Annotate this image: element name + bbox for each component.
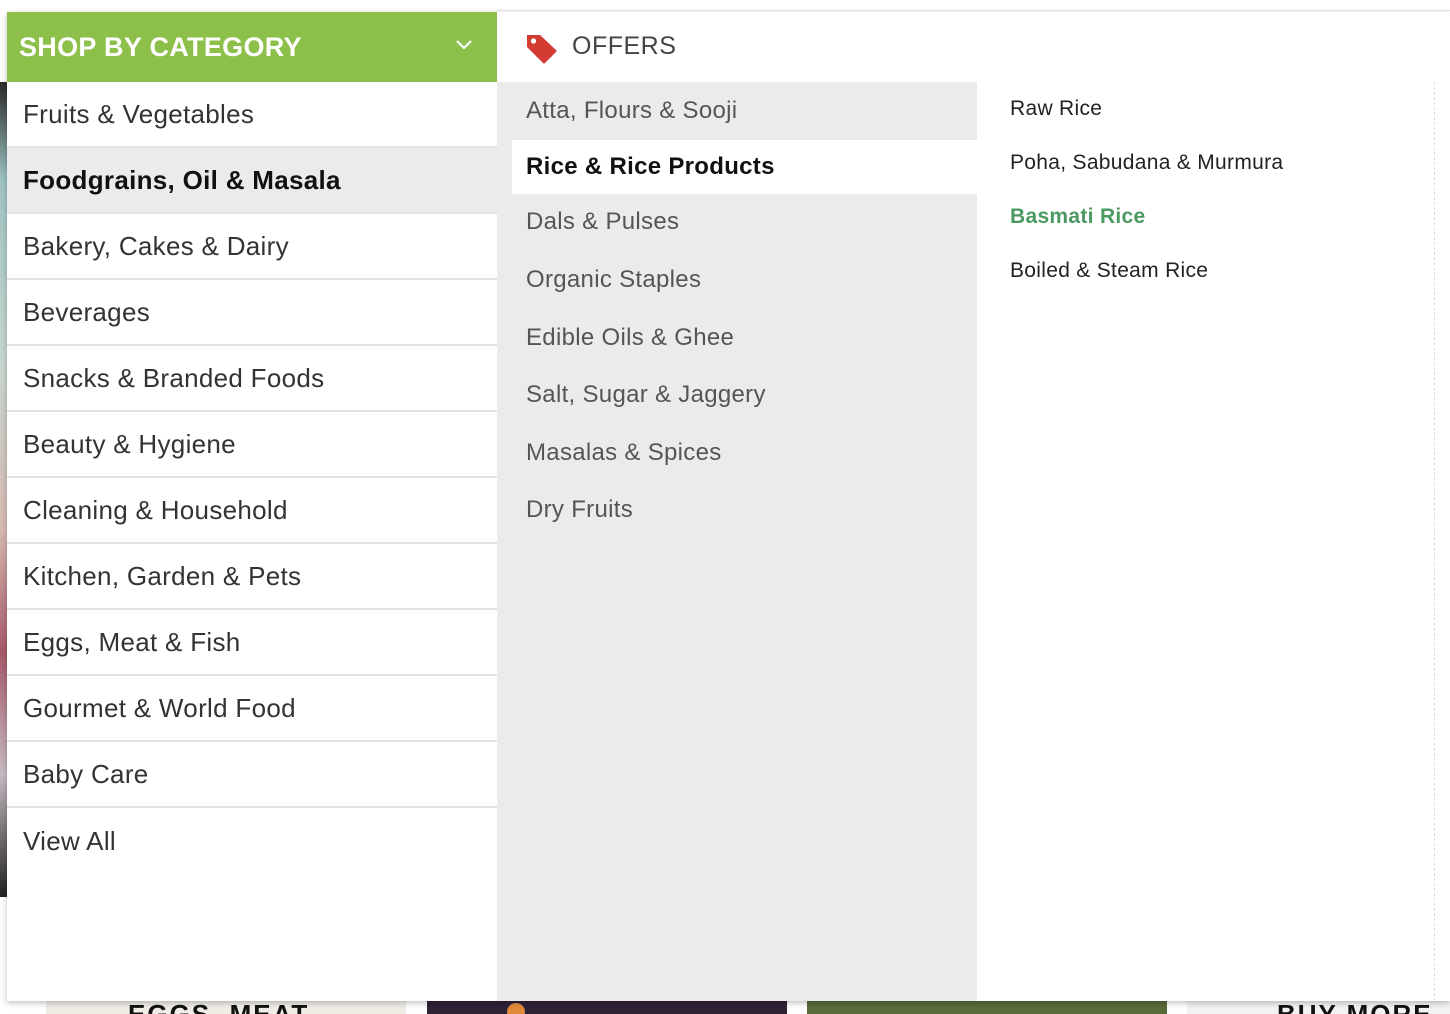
category-item[interactable]: Cleaning & Household <box>7 478 497 544</box>
subcategory-item[interactable]: Atta, Flours & Sooji <box>497 82 977 140</box>
promo-banner[interactable] <box>807 1001 1167 1014</box>
promo-banner-text: BUY MORE <box>1277 1001 1433 1014</box>
subcategory-item[interactable]: Organic Staples <box>497 251 977 309</box>
subcategory-item[interactable]: Edible Oils & Ghee <box>497 309 977 367</box>
subcategory-item[interactable]: Dry Fruits <box>497 482 977 540</box>
category-item[interactable]: Fruits & Vegetables <box>7 82 497 148</box>
subcategory-item[interactable]: Masalas & Spices <box>497 424 977 482</box>
subcategory-list: Atta, Flours & Sooji Rice & Rice Product… <box>497 82 977 1001</box>
category-item[interactable]: Eggs, Meat & Fish <box>7 610 497 676</box>
category-item[interactable]: Snacks & Branded Foods <box>7 346 497 412</box>
background-banners: EGGS, MEAT BUY MORE <box>0 1001 1450 1014</box>
category-list: Fruits & Vegetables Foodgrains, Oil & Ma… <box>7 82 498 1001</box>
category-item[interactable]: Beauty & Hygiene <box>7 412 497 478</box>
promo-banner-eggs-meat[interactable]: EGGS, MEAT <box>46 1001 406 1014</box>
category-item[interactable]: Kitchen, Garden & Pets <box>7 544 497 610</box>
leaf-category-list: Raw Rice Poha, Sabudana & Murmura Basmat… <box>977 82 1435 1001</box>
leaf-category-item[interactable]: Boiled & Steam Rice <box>977 244 1434 298</box>
category-item[interactable]: Gourmet & World Food <box>7 676 497 742</box>
chevron-down-icon <box>456 40 472 50</box>
subcategory-item-active[interactable]: Rice & Rice Products <box>512 139 977 194</box>
leaf-category-item[interactable]: Poha, Sabudana & Murmura <box>977 136 1434 190</box>
shop-by-category-label: SHOP BY CATEGORY <box>19 31 302 62</box>
promo-banner-buy-more[interactable]: BUY MORE <box>1187 1001 1450 1014</box>
category-item[interactable]: Baby Care <box>7 742 497 808</box>
offers-label: OFFERS <box>572 32 677 60</box>
view-all-link[interactable]: View All <box>7 808 497 874</box>
category-item[interactable]: Bakery, Cakes & Dairy <box>7 214 497 280</box>
category-mega-menu: SHOP BY CATEGORY OFFERS Fruits & Vegetab… <box>7 12 1450 1001</box>
shop-by-category-button[interactable]: SHOP BY CATEGORY <box>7 12 497 82</box>
tag-icon <box>527 35 557 64</box>
decorative-graphic <box>507 1003 525 1014</box>
category-item[interactable]: Beverages <box>7 280 497 346</box>
subcategory-item[interactable]: Salt, Sugar & Jaggery <box>497 366 977 424</box>
category-item-active[interactable]: Foodgrains, Oil & Masala <box>7 148 497 214</box>
leaf-category-item[interactable]: Raw Rice <box>977 82 1434 136</box>
leaf-category-item-hovered[interactable]: Basmati Rice <box>977 190 1434 244</box>
promo-banner[interactable] <box>427 1001 787 1014</box>
subcategory-item[interactable]: Dals & Pulses <box>497 194 977 252</box>
divider <box>497 10 1450 11</box>
offers-link[interactable]: OFFERS <box>497 12 1450 82</box>
background-page-edge <box>0 82 7 897</box>
promo-banner-text: EGGS, MEAT <box>128 1001 309 1014</box>
